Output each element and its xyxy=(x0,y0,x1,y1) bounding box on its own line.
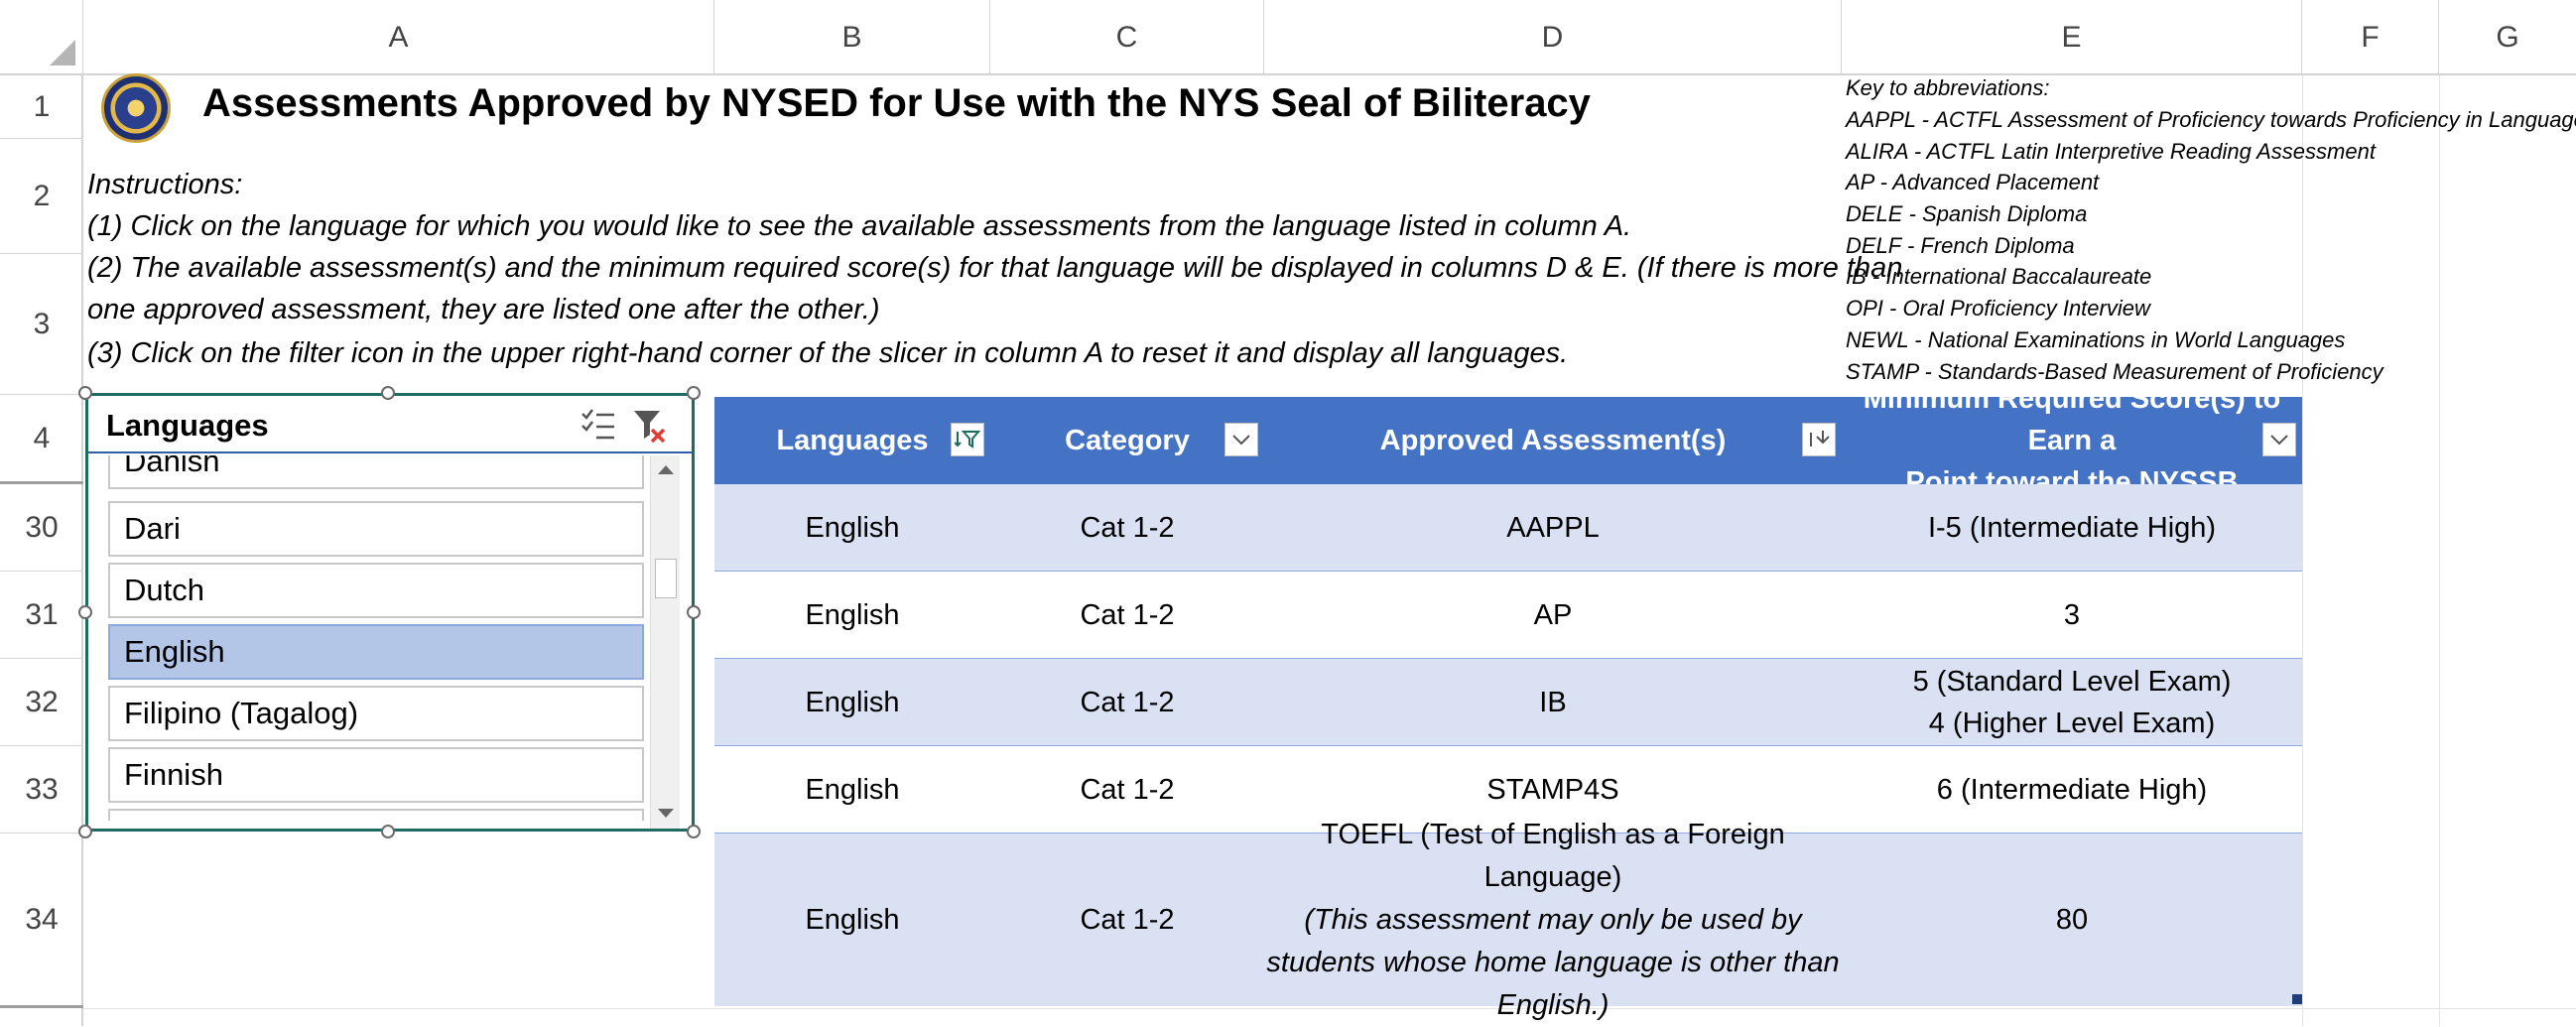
cell-category[interactable]: Cat 1-2 xyxy=(990,834,1264,1006)
cell-language[interactable]: English xyxy=(714,659,990,746)
instruction-step-3: (3) Click on the filter icon in the uppe… xyxy=(87,337,1569,369)
cell-assessment-note3: English.) xyxy=(1496,988,1610,1021)
gridline xyxy=(2302,75,2303,1026)
row-header-2[interactable]: 2 xyxy=(0,139,83,254)
cell-assessment-note2: students whose home language is other th… xyxy=(1266,946,1840,978)
select-all-triangle-icon[interactable] xyxy=(50,40,75,65)
column-header-c[interactable]: C xyxy=(990,0,1264,75)
header-category-label: Category xyxy=(1065,424,1190,456)
cell-language[interactable]: English xyxy=(714,746,990,834)
filter-applied-icon[interactable] xyxy=(951,423,984,456)
resize-handle[interactable] xyxy=(687,386,701,400)
abbreviation-item: IB - International Baccalaureate xyxy=(1846,264,2152,289)
scroll-down-arrow-icon[interactable] xyxy=(658,809,674,818)
cell-category[interactable]: Cat 1-2 xyxy=(990,746,1264,834)
cell-category[interactable]: Cat 1-2 xyxy=(990,484,1264,572)
resize-handle[interactable] xyxy=(78,386,92,400)
languages-slicer[interactable]: Languages Danish Dari Dutch English Fili… xyxy=(85,393,695,832)
abbreviation-item: ALIRA - ACTFL Latin Interpretive Reading… xyxy=(1846,139,2376,164)
column-header-f[interactable]: F xyxy=(2302,0,2439,75)
slicer-title: Languages xyxy=(106,408,269,443)
resize-handle[interactable] xyxy=(78,605,92,619)
header-minimum-score: Minimum Required Score(s) to Earn a Poin… xyxy=(1842,383,2302,498)
cell-assessment[interactable]: AP xyxy=(1264,572,1842,659)
abbreviation-item: AP - Advanced Placement xyxy=(1846,170,2100,194)
abbreviation-item: DELE - Spanish Diploma xyxy=(1846,201,2088,226)
header-category: Category xyxy=(990,397,1264,484)
row-header-32[interactable]: 32 xyxy=(0,659,83,746)
row-header-4[interactable]: 4 xyxy=(0,395,83,484)
slicer-scrollbar[interactable] xyxy=(650,455,680,829)
sort-ascending-icon[interactable] xyxy=(1802,423,1836,456)
header-approved-assessments-label: Approved Assessment(s) xyxy=(1379,424,1727,456)
cell-score-line2: 4 (Higher Level Exam) xyxy=(1928,707,2216,739)
instructions-heading: Instructions: xyxy=(87,169,243,200)
slicer-item-finnish[interactable]: Finnish xyxy=(108,747,644,803)
cell-score[interactable]: 6 (Intermediate High) xyxy=(1842,746,2302,834)
cell-score[interactable]: I-5 (Intermediate High) xyxy=(1842,484,2302,572)
cell-score-line1: 5 (Standard Level Exam) xyxy=(1912,666,2232,698)
row-header-3[interactable]: 3 xyxy=(0,254,83,395)
resize-handle[interactable] xyxy=(687,605,701,619)
instruction-step-2a: (2) The available assessment(s) and the … xyxy=(87,252,1903,284)
header-languages-label: Languages xyxy=(776,424,929,456)
slicer-item-filipino[interactable]: Filipino (Tagalog) xyxy=(108,686,644,741)
cell-score[interactable]: 80 xyxy=(1842,834,2302,1006)
row-header-34[interactable]: 34 xyxy=(0,834,83,1008)
cell-language[interactable]: English xyxy=(714,572,990,659)
slicer-item-dari[interactable]: Dari xyxy=(108,501,644,557)
resize-handle[interactable] xyxy=(381,825,395,838)
slicer-item-clip: Danish xyxy=(88,455,648,493)
column-header-b[interactable]: B xyxy=(714,0,990,75)
gridline xyxy=(83,1008,2576,1009)
cell-assessment[interactable]: TOEFL (Test of English as a Foreign Lang… xyxy=(1264,819,1842,1021)
cell-score[interactable]: 3 xyxy=(1842,572,2302,659)
instruction-step-2b: one approved assessment, they are listed… xyxy=(87,294,880,325)
row-header-30[interactable]: 30 xyxy=(0,484,83,572)
abbreviation-item: OPI - Oral Proficiency Interview xyxy=(1846,296,2150,321)
column-header-e[interactable]: E xyxy=(1842,0,2302,75)
page-title: Assessments Approved by NYSED for Use wi… xyxy=(202,81,1591,125)
cell-assessment[interactable]: AAPPL xyxy=(1264,484,1842,572)
multi-select-icon[interactable] xyxy=(580,408,616,442)
cell-category[interactable]: Cat 1-2 xyxy=(990,572,1264,659)
row-header-31[interactable]: 31 xyxy=(0,572,83,659)
table-resize-handle[interactable] xyxy=(2292,994,2302,1004)
row-header-1[interactable]: 1 xyxy=(0,75,83,139)
cell-assessment-line1: TOEFL (Test of English as a Foreign Lang… xyxy=(1321,818,1785,893)
clear-filter-icon[interactable] xyxy=(632,408,668,444)
header-minimum-score-line1: Minimum Required Score(s) to Earn a xyxy=(1863,383,2281,456)
resize-handle[interactable] xyxy=(381,386,395,400)
header-languages: Languages xyxy=(714,397,990,484)
row-header-33[interactable]: 33 xyxy=(0,746,83,834)
column-header-d[interactable]: D xyxy=(1264,0,1842,75)
header-approved-assessments: Approved Assessment(s) xyxy=(1264,397,1842,484)
slicer-item-english[interactable]: English xyxy=(108,624,644,680)
instruction-step-1: (1) Click on the language for which you … xyxy=(87,210,1632,242)
abbreviation-item: DELF - French Diploma xyxy=(1846,233,2075,258)
cell-language[interactable]: English xyxy=(714,484,990,572)
abbreviation-item: NEWL - National Examinations in World La… xyxy=(1846,327,2346,352)
abbreviation-item: AAPPL - ACTFL Assessment of Proficiency … xyxy=(1846,107,2576,132)
gridline xyxy=(2439,75,2440,1026)
scroll-thumb[interactable] xyxy=(655,559,677,598)
slicer-item-next-partial xyxy=(108,809,644,821)
cell-assessment[interactable]: IB xyxy=(1264,659,1842,746)
column-header-a[interactable]: A xyxy=(83,0,714,75)
slicer-header: Languages xyxy=(88,396,692,453)
cell-assessment-note1: (This assessment may only be used by xyxy=(1304,903,1802,936)
abbreviations-title: Key to abbreviations: xyxy=(1846,75,2050,100)
cell-language[interactable]: English xyxy=(714,834,990,1006)
nys-seal-logo xyxy=(101,73,171,143)
dropdown-arrow-icon[interactable] xyxy=(2262,423,2296,456)
cell-category[interactable]: Cat 1-2 xyxy=(990,659,1264,746)
slicer-item-dutch[interactable]: Dutch xyxy=(108,563,644,618)
slicer-item-danish[interactable]: Danish xyxy=(108,455,644,489)
resize-handle[interactable] xyxy=(687,825,701,838)
resize-handle[interactable] xyxy=(78,825,92,838)
cell-score[interactable]: 5 (Standard Level Exam) 4 (Higher Level … xyxy=(1842,659,2302,746)
scroll-up-arrow-icon[interactable] xyxy=(658,465,674,474)
column-header-g[interactable]: G xyxy=(2439,0,2576,75)
dropdown-arrow-icon[interactable] xyxy=(1224,423,1258,456)
